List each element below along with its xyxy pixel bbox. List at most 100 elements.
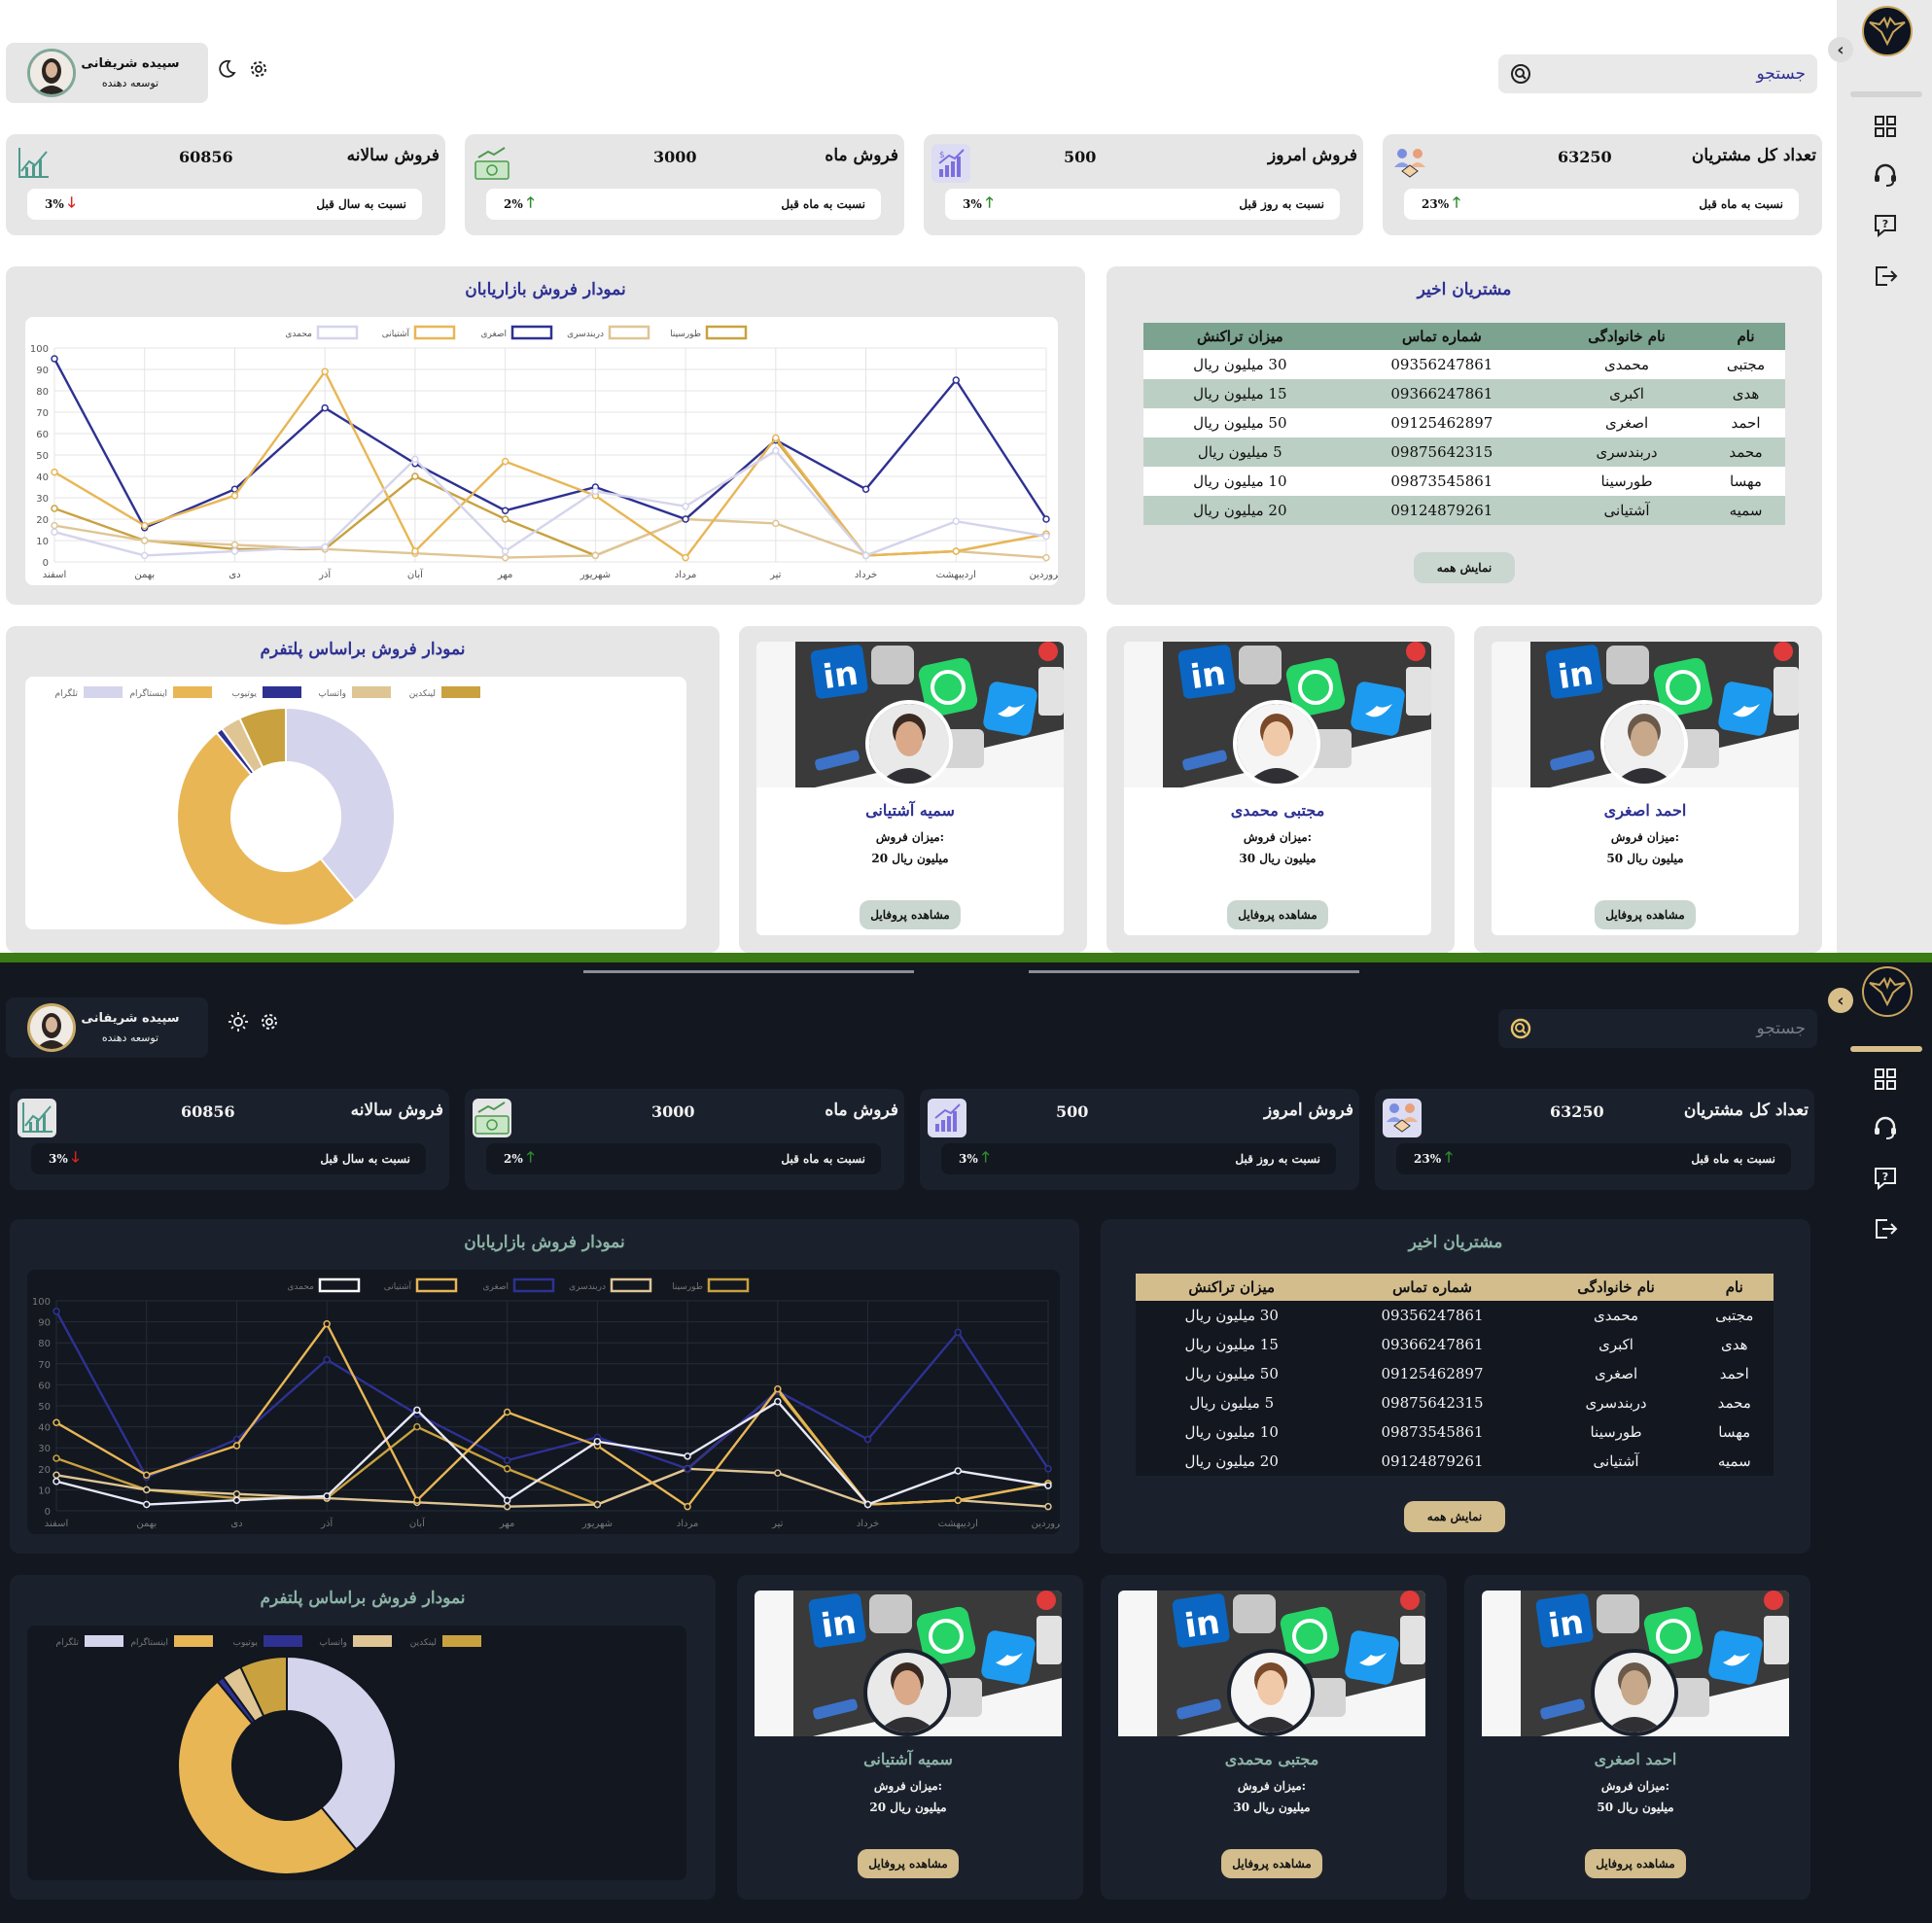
data-point[interactable] [593,1500,602,1509]
view-profile-button[interactable]: مشاهده پروفایل [1227,900,1328,929]
sun-icon[interactable] [228,1011,249,1032]
data-point[interactable] [682,515,689,523]
data-point[interactable] [861,485,870,493]
support-headset-icon[interactable] [1872,161,1899,189]
data-point[interactable] [1042,553,1050,562]
legend-swatch[interactable] [174,1635,213,1647]
data-point[interactable] [501,515,509,523]
data-point[interactable] [503,1408,511,1416]
data-point[interactable] [413,1406,421,1415]
show-all-button[interactable]: نمایش همه [1414,552,1515,583]
legend-swatch[interactable] [318,1277,361,1293]
data-point[interactable] [503,1502,511,1511]
data-point[interactable] [142,1500,151,1509]
data-point[interactable] [684,1452,691,1460]
data-point[interactable] [1042,515,1050,523]
data-point[interactable] [1042,532,1050,541]
data-point[interactable] [51,521,58,530]
user-profile[interactable]: سپیده شریفانی توسعه دهنده [6,43,208,103]
data-point[interactable] [772,434,780,442]
legend-swatch[interactable] [413,325,456,340]
data-point[interactable] [954,1467,963,1475]
legend-swatch[interactable] [84,686,123,698]
logout-icon[interactable] [1872,1215,1899,1242]
data-point[interactable] [142,1471,151,1480]
data-point[interactable] [861,551,870,560]
data-point[interactable] [230,541,239,549]
view-profile-button[interactable]: مشاهده پروفایل [860,900,961,929]
data-point[interactable] [772,519,780,528]
legend-swatch[interactable] [707,1277,750,1293]
legend-swatch[interactable] [610,1277,652,1293]
show-all-button[interactable]: نمایش همه [1404,1501,1505,1532]
data-point[interactable] [411,455,419,464]
support-headset-icon[interactable] [1872,1114,1899,1141]
data-point[interactable] [411,547,419,555]
data-point[interactable] [684,1502,691,1511]
data-point[interactable] [772,446,780,455]
data-point[interactable] [321,403,329,412]
legend-swatch[interactable] [263,686,301,698]
legend-swatch[interactable] [512,1277,555,1293]
legend-swatch[interactable] [441,686,480,698]
gear-icon[interactable] [248,58,269,80]
data-point[interactable] [954,1496,963,1504]
search-input[interactable]: جستجو [1531,64,1806,84]
gear-icon[interactable] [259,1011,280,1032]
legend-swatch[interactable] [173,686,212,698]
search-box[interactable]: جستجو [1498,54,1817,93]
data-point[interactable] [142,1486,151,1494]
data-point[interactable] [53,1471,60,1480]
data-point[interactable] [413,1422,421,1431]
data-point[interactable] [503,1496,511,1504]
data-point[interactable] [952,517,961,525]
data-point[interactable] [591,551,600,560]
legend-swatch[interactable] [608,325,650,340]
data-point[interactable] [53,1478,60,1486]
data-point[interactable] [53,1308,60,1315]
data-point[interactable] [682,553,689,562]
data-point[interactable] [140,521,149,530]
legend-swatch[interactable] [353,1635,392,1647]
view-profile-button[interactable]: مشاهده پروفایل [1595,900,1696,929]
data-point[interactable] [53,1418,60,1427]
legend-swatch[interactable] [316,325,359,340]
data-point[interactable] [140,551,149,560]
data-point[interactable] [503,1465,511,1473]
moon-icon[interactable] [216,58,237,80]
sidebar-collapse-button[interactable]: ‹ [1828,988,1853,1013]
data-point[interactable] [232,1489,241,1498]
data-point[interactable] [323,1320,331,1328]
data-point[interactable] [501,507,509,514]
data-point[interactable] [230,492,239,500]
data-point[interactable] [954,1328,963,1337]
data-point[interactable] [232,1496,241,1504]
data-point[interactable] [321,542,329,551]
data-point[interactable] [952,376,961,384]
data-point[interactable] [774,1397,782,1406]
data-point[interactable] [503,1456,511,1464]
legend-swatch[interactable] [415,1277,458,1293]
data-point[interactable] [321,367,329,375]
logout-icon[interactable] [1872,262,1899,290]
data-point[interactable] [51,355,58,363]
data-point[interactable] [230,547,239,555]
data-point[interactable] [51,505,58,512]
search-icon[interactable] [1510,1018,1531,1039]
data-point[interactable] [51,528,58,536]
legend-swatch[interactable] [442,1635,481,1647]
data-point[interactable] [232,1442,241,1450]
user-profile[interactable]: سپیده شریفانی توسعه دهنده [6,997,208,1058]
data-point[interactable] [1044,1502,1052,1511]
data-point[interactable] [684,1465,691,1473]
data-point[interactable] [593,1437,602,1446]
legend-swatch[interactable] [705,325,748,340]
search-icon[interactable] [1510,63,1531,85]
data-point[interactable] [1044,1482,1052,1489]
legend-swatch[interactable] [352,686,391,698]
data-point[interactable] [682,503,689,510]
legend-swatch[interactable] [263,1635,302,1647]
data-point[interactable] [1044,1465,1052,1473]
data-point[interactable] [501,553,509,562]
data-point[interactable] [591,487,600,496]
